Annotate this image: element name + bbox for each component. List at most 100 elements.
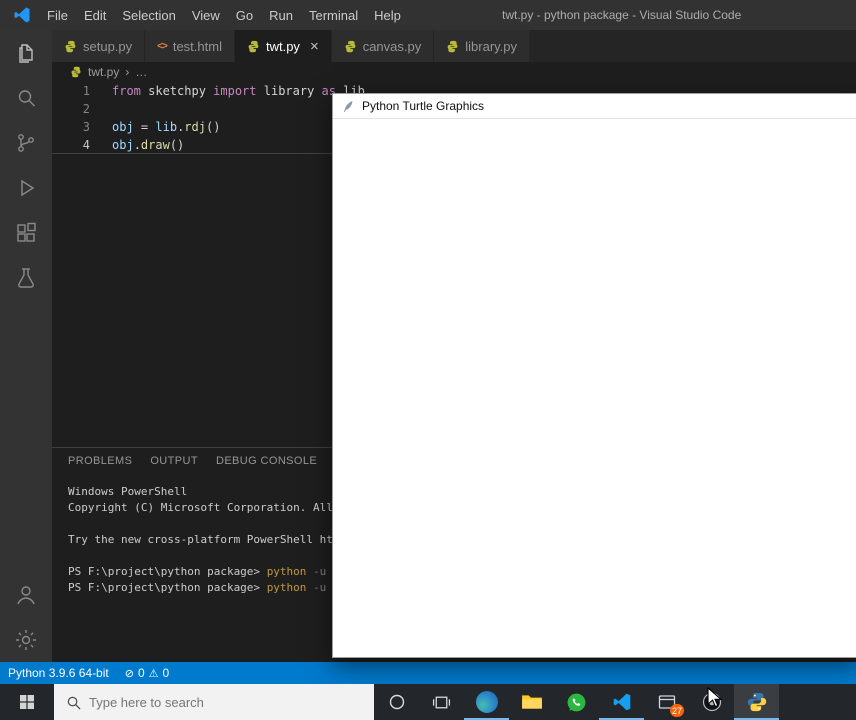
menu-file[interactable]: File xyxy=(39,0,76,30)
breadcrumb-separator: › xyxy=(125,65,130,79)
search-icon xyxy=(18,89,35,106)
search-input[interactable] xyxy=(89,694,329,710)
code-text: obj.draw() xyxy=(90,136,184,153)
tab-close-icon[interactable]: × xyxy=(310,39,319,54)
menu-view[interactable]: View xyxy=(184,0,228,30)
tab-test-html[interactable]: <> test.html xyxy=(145,30,235,62)
menu-run[interactable]: Run xyxy=(261,0,301,30)
testing-flask-icon xyxy=(18,267,34,288)
python-file-icon xyxy=(71,66,81,78)
tab-setup-py[interactable]: setup.py xyxy=(52,30,146,62)
tab-label: setup.py xyxy=(83,38,133,54)
settings-button[interactable] xyxy=(0,617,52,662)
search-icon xyxy=(67,696,81,709)
code-token: draw xyxy=(140,138,170,152)
python-file-icon xyxy=(248,40,259,52)
panel-tab-output[interactable]: OUTPUT xyxy=(150,448,198,474)
code-token: import xyxy=(213,84,257,98)
tab-twt-py[interactable]: twt.py × xyxy=(234,30,332,62)
tab-label: test.html xyxy=(172,38,222,54)
vscode-logo-icon xyxy=(14,7,30,23)
cortana-button[interactable] xyxy=(374,684,419,720)
line-number: 4 xyxy=(82,138,90,152)
extensions-icon xyxy=(17,222,36,242)
line-number: 2 xyxy=(82,102,90,116)
code-token: . xyxy=(133,138,141,152)
tab-label: canvas.py xyxy=(362,38,422,54)
code-token: rdj xyxy=(184,120,206,134)
python-icon xyxy=(747,692,766,712)
task-view-icon xyxy=(432,696,451,708)
activity-bar xyxy=(0,30,52,662)
cortana-icon xyxy=(389,694,404,710)
code-token: sketchpy xyxy=(140,84,214,98)
warning-icon: ⚠ xyxy=(148,667,159,680)
terminal-command: python xyxy=(266,581,307,594)
turtle-window-titlebar[interactable]: Python Turtle Graphics xyxy=(333,94,856,119)
taskbar-search[interactable] xyxy=(54,684,374,720)
breadcrumb-ellipsis[interactable]: … xyxy=(135,65,147,79)
error-icon: ⊘ xyxy=(124,667,134,680)
run-debug-button[interactable] xyxy=(0,165,52,210)
terminal-args: -u xyxy=(306,581,327,594)
code-text: obj = lib.rdj() xyxy=(90,118,220,136)
code-token: () xyxy=(169,138,185,152)
account-button[interactable] xyxy=(0,572,52,617)
file-explorer-button[interactable] xyxy=(509,684,554,720)
breadcrumb-file[interactable]: twt.py xyxy=(88,65,119,79)
python-interpreter-status[interactable]: Python 3.9.6 64-bit xyxy=(0,662,117,684)
notification-app-button[interactable]: 27 xyxy=(644,684,689,720)
panel-tab-problems[interactable]: PROBLEMS xyxy=(68,448,132,474)
source-control-icon xyxy=(18,133,34,152)
code-token: () xyxy=(205,120,221,134)
search-button[interactable] xyxy=(0,75,52,120)
tab-label: twt.py xyxy=(265,38,300,54)
python-file-icon xyxy=(345,40,356,52)
account-icon xyxy=(17,585,35,604)
python-taskbar-button[interactable] xyxy=(734,684,779,720)
settings-gear-icon xyxy=(16,629,36,650)
testing-button[interactable] xyxy=(0,255,52,300)
panel-tab-debug-console[interactable]: DEBUG CONSOLE xyxy=(216,448,317,474)
vscode-icon xyxy=(613,693,630,711)
menu-terminal[interactable]: Terminal xyxy=(301,0,366,30)
extensions-button[interactable] xyxy=(0,210,52,255)
editor-tabbar: setup.py <> test.html twt.py × canvas.py xyxy=(52,30,856,62)
code-token: library xyxy=(256,84,322,98)
breadcrumb: twt.py › … xyxy=(52,62,856,82)
menu-help[interactable]: Help xyxy=(366,0,409,30)
code-token: lib xyxy=(155,120,178,134)
whatsapp-button[interactable] xyxy=(554,684,599,720)
windows-start-icon xyxy=(20,695,34,709)
turtle-graphics-window: Python Turtle Graphics xyxy=(332,93,856,658)
code-token: = xyxy=(133,120,156,134)
whatsapp-icon xyxy=(567,693,586,711)
tab-canvas-py[interactable]: canvas.py xyxy=(331,30,435,62)
vscode-titlebar: File Edit Selection View Go Run Terminal… xyxy=(0,0,856,30)
menu-go[interactable]: Go xyxy=(228,0,261,30)
explorer-button[interactable] xyxy=(0,30,52,75)
code-text: from sketchpy import library as lib xyxy=(90,82,365,100)
menu-selection[interactable]: Selection xyxy=(114,0,183,30)
menu-edit[interactable]: Edit xyxy=(76,0,114,30)
html-file-icon: <> xyxy=(157,40,168,52)
terminal-args: -u xyxy=(306,565,327,578)
code-token: obj xyxy=(112,138,134,152)
python-file-icon xyxy=(447,40,458,52)
desktop: File Edit Selection View Go Run Terminal… xyxy=(0,0,856,720)
vscode-taskbar-button[interactable] xyxy=(599,684,644,720)
task-view-button[interactable] xyxy=(419,684,464,720)
start-button[interactable] xyxy=(0,684,54,720)
turtle-canvas xyxy=(333,119,856,657)
edge-button[interactable] xyxy=(464,684,509,720)
problems-status[interactable]: ⊘ 0 ⚠ 0 xyxy=(117,662,177,684)
code-token: obj xyxy=(112,120,134,134)
file-explorer-icon xyxy=(521,695,542,709)
run-debug-icon xyxy=(21,179,35,196)
tab-library-py[interactable]: library.py xyxy=(434,30,531,62)
turtle-window-title: Python Turtle Graphics xyxy=(362,99,485,113)
source-control-button[interactable] xyxy=(0,120,52,165)
notification-badge: 27 xyxy=(669,704,684,717)
line-number: 1 xyxy=(82,84,90,98)
